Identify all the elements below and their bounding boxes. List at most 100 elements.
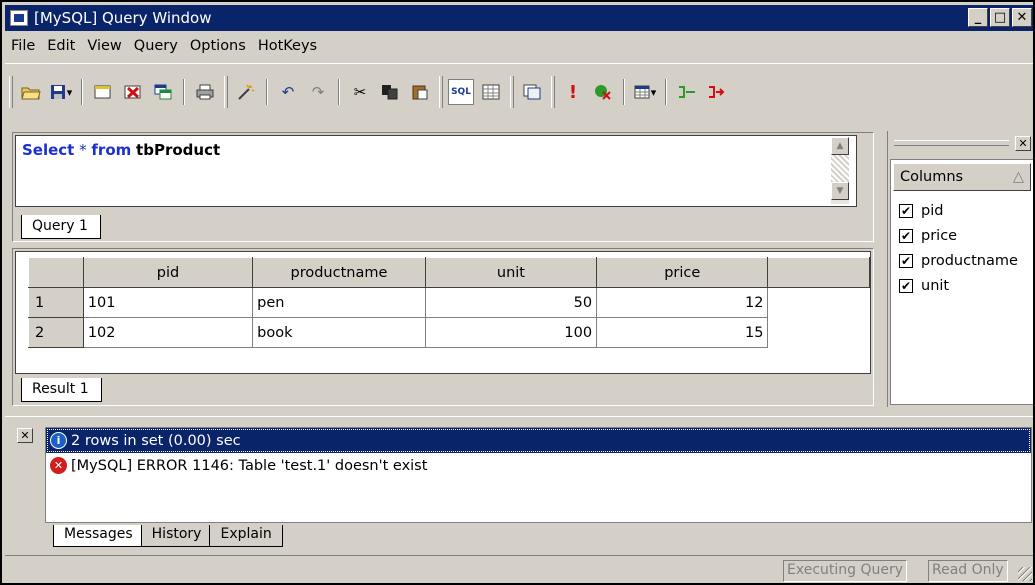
tab-result-1[interactable]: Result 1 [21,378,102,402]
table-row[interactable]: 1 101 pen 50 12 [28,287,870,318]
columns-panel-header: ✕ [888,131,1033,155]
menu-query[interactable]: Query [134,38,178,54]
toolbar-grip[interactable] [551,76,555,108]
column-item-pid[interactable]: ✔ pid [899,198,1018,223]
cell-pid[interactable]: 101 [82,287,254,318]
print-icon[interactable] [192,79,218,105]
cut-icon[interactable]: ✂ [347,79,373,105]
menu-hotkeys[interactable]: HotKeys [258,38,317,54]
menu-view[interactable]: View [87,38,121,54]
cell-price[interactable]: 12 [596,287,769,318]
menu-file[interactable]: File [11,38,35,54]
columns-header[interactable]: Columns △ [893,163,1031,191]
message-text: 2 rows in set (0.00) sec [71,432,241,449]
cell-productname[interactable]: pen [252,287,426,318]
scroll-down-icon[interactable]: ▼ [831,182,849,200]
save-icon[interactable] [48,79,74,105]
insert-icon[interactable] [674,79,700,105]
tab-messages[interactable]: Messages [53,525,144,547]
cell-productname[interactable]: book [252,317,426,348]
message-info-row[interactable]: i 2 rows in set (0.00) sec [46,428,1031,453]
toolbar-separator [266,79,268,105]
row-number[interactable]: 2 [28,317,84,348]
toolbar-grip[interactable] [224,76,228,108]
maximize-button[interactable]: □ [990,8,1010,27]
scroll-track[interactable] [831,155,849,182]
columns-list-box: Columns △ ✔ pid ✔ price ✔ productname ✔ unit [890,159,1033,405]
open-folder-icon[interactable] [18,79,44,105]
delete-query-icon[interactable] [120,79,146,105]
toolbar-grip[interactable] [9,76,13,108]
window-controls: _ □ ✕ [968,8,1032,27]
table-view-icon[interactable] [632,79,658,105]
paste-icon[interactable] [407,79,433,105]
sql-star: * [74,141,92,159]
query-scrollbar[interactable]: ▲ ▼ [831,137,849,204]
undo-icon[interactable]: ↶ [275,79,301,105]
query-panel: Select * from tbProduct ▲ ▼ Query 1 [12,132,874,242]
cell-price[interactable]: 15 [596,317,769,348]
checkbox-checked-icon[interactable]: ✔ [899,203,913,218]
menu-bar: File Edit View Query Options HotKeys [5,32,1033,60]
panel-grip[interactable] [894,140,1009,146]
row-number[interactable]: 1 [28,287,84,318]
row-header-corner[interactable] [28,257,84,288]
cell-unit[interactable]: 100 [424,317,598,348]
column-header-price[interactable]: price [596,257,769,288]
columns-header-label: Columns [900,169,964,185]
cell-pid[interactable]: 102 [82,317,254,348]
remove-icon[interactable] [704,79,730,105]
result-grid: pid productname unit price 1 101 pen 50 … [15,251,871,374]
column-item-unit[interactable]: ✔ unit [899,273,1018,298]
checkbox-checked-icon[interactable]: ✔ [899,278,913,293]
status-executing: Executing Query [783,560,908,582]
checkbox-checked-icon[interactable]: ✔ [899,253,913,268]
table-header-row: pid productname unit price [28,257,870,288]
cell-unit[interactable]: 50 [424,287,598,318]
column-header-unit[interactable]: unit [424,257,598,288]
close-button[interactable]: ✕ [1012,8,1032,27]
tab-query-1[interactable]: Query 1 [21,215,101,239]
toolbar-grip[interactable] [510,76,514,108]
status-bar: Executing Query Read Only [5,555,1033,583]
title-bar[interactable]: [MySQL] Query Window _ □ ✕ [5,5,1033,31]
column-item-label: pid [921,202,944,219]
sort-icon: △ [1012,169,1024,185]
columns-list: ✔ pid ✔ price ✔ productname ✔ unit [899,198,1018,298]
column-header-pid[interactable]: pid [82,257,254,288]
toolbar-grip[interactable] [439,76,443,108]
sql-icon[interactable]: SQL [448,79,474,105]
magic-wand-icon[interactable] [233,79,259,105]
window-title: [MySQL] Query Window [34,9,212,27]
column-item-price[interactable]: ✔ price [899,223,1018,248]
tab-history[interactable]: History [140,525,213,547]
resize-grip-icon[interactable] [1018,567,1032,581]
columns-panel: ✕ Columns △ ✔ pid ✔ price ✔ productname ✔ un… [887,131,1033,407]
results-icon[interactable] [519,79,545,105]
column-header-productname[interactable]: productname [252,257,426,288]
window-icon[interactable] [150,79,176,105]
grid-icon[interactable] [478,79,504,105]
checkbox-checked-icon[interactable]: ✔ [899,228,913,243]
table-row[interactable]: 2 102 book 100 15 [28,317,870,348]
scroll-up-icon[interactable]: ▲ [831,137,849,155]
messages-panel: ✕ i 2 rows in set (0.00) sec ✕ [MySQL] E… [5,416,1033,552]
redo-icon[interactable]: ↷ [305,79,331,105]
stop-icon[interactable] [590,79,616,105]
menu-options[interactable]: Options [190,38,246,54]
menu-edit[interactable]: Edit [47,38,75,54]
toolbar-separator [338,79,340,105]
close-icon[interactable]: ✕ [17,428,33,443]
error-icon: ✕ [50,457,67,474]
column-item-productname[interactable]: ✔ productname [899,248,1018,273]
copy-icon[interactable] [377,79,403,105]
execute-icon[interactable]: ! [560,79,586,105]
close-icon[interactable]: ✕ [1015,135,1031,151]
messages-list: i 2 rows in set (0.00) sec ✕ [MySQL] ERR… [45,427,1032,523]
query-editor[interactable]: Select * from tbProduct [15,135,857,207]
minimize-button[interactable]: _ [968,8,988,27]
new-query-icon[interactable] [90,79,116,105]
column-item-label: price [921,227,958,244]
tab-explain[interactable]: Explain [209,525,283,547]
message-error-row[interactable]: ✕ [MySQL] ERROR 1146: Table 'test.1' doe… [46,453,1031,478]
